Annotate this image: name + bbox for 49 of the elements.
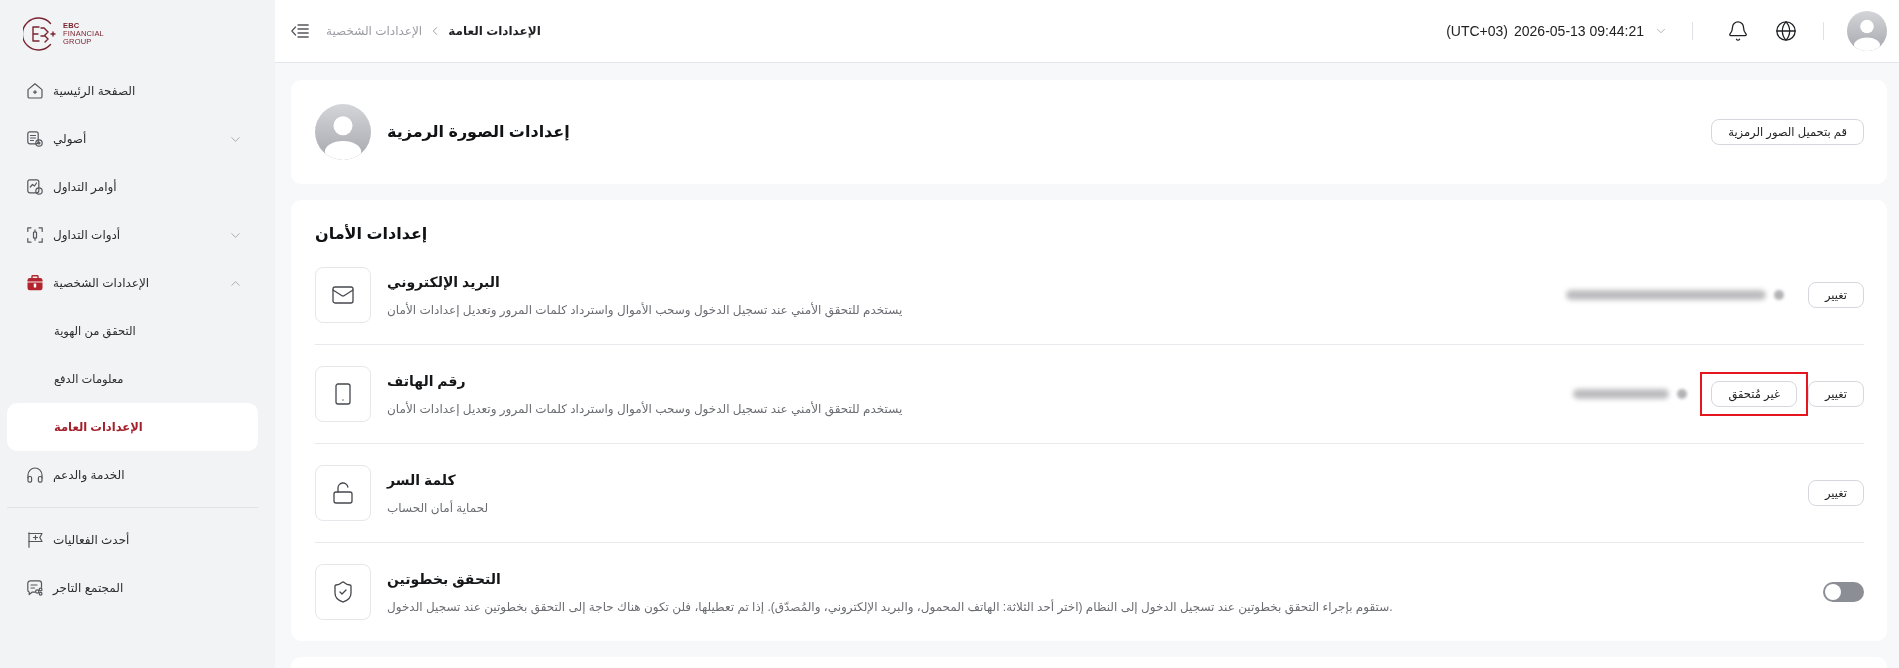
sidebar-subitem[interactable]: التحقق من الهوية — [7, 307, 258, 355]
avatar-icon — [315, 104, 371, 160]
section-title: إعدادات الصورة الرمزية — [387, 122, 570, 143]
section-title: إعدادات الأمان — [315, 223, 429, 245]
sidebar-item[interactable]: الإعدادات الشخصية — [7, 259, 258, 307]
change-button[interactable]: تغيير — [1807, 381, 1864, 407]
setting-title: التحقق بخطوتين — [387, 569, 502, 589]
globe-icon[interactable] — [1775, 20, 1797, 42]
sidebar-item[interactable]: أوامر التداول — [7, 163, 258, 211]
sidebar-item[interactable]: أصولي — [7, 115, 258, 163]
change-button[interactable]: تغيير — [1807, 480, 1864, 506]
avatar-icon[interactable] — [1847, 11, 1887, 51]
flag-icon — [27, 532, 43, 548]
sidebar-item[interactable]: أدوات التداول — [7, 211, 258, 259]
setting-description: ستقوم بإجراء التحقق بخطوتين عند تسجيل الدخول إلى النظام (اختر أحد الثلاثة: الهاتف المحمول، والبريد الإلكتروني، والمُصدّق). إذا تم تعطيلها، فلن تكون هناك حاجة إلى التحقق بخطوتين عند تسجيل الدخول. — [387, 598, 1394, 616]
house-icon — [27, 83, 43, 99]
menu-collapse-icon[interactable] — [291, 24, 309, 38]
candlestick-icon — [27, 227, 43, 243]
setting-description: يستخدم للتحقق الأمني عند تسجيل الدخول وسحب الأموال واسترداد كلمات المرور وتعديل إعدادات الأمان — [387, 400, 904, 418]
chat-bubble-icon — [27, 580, 43, 596]
setting-description: يستخدم للتحقق الأمني عند تسجيل الدخول وسحب الأموال واسترداد كلمات المرور وتعديل إعدادات الأمان — [387, 301, 904, 319]
chart-document-icon — [27, 179, 43, 195]
sidebar-item[interactable]: أحدث الفعاليات — [7, 516, 258, 564]
headphones-icon — [27, 467, 43, 483]
sidebar-subitem[interactable]: معلومات الدفع — [7, 355, 258, 403]
sidebar-item[interactable]: الخدمة والدعم — [7, 451, 258, 499]
setting-description: لحماية أمان الحساب — [387, 499, 490, 517]
briefcase-icon — [27, 275, 43, 291]
blurred-dot-icon — [1773, 290, 1784, 300]
toggle-switch[interactable] — [1823, 582, 1864, 602]
sidebar-item[interactable]: الصفحة الرئيسية — [7, 67, 258, 115]
phone-icon — [315, 366, 371, 422]
timezone-selector[interactable]: (UTC+03) 2026-05-13 09:44:21 — [1446, 23, 1668, 39]
unverified-button[interactable]: غير مُتحقق — [1711, 381, 1797, 407]
setting-title: رقم الهاتف — [387, 371, 467, 391]
bell-icon[interactable] — [1727, 20, 1749, 42]
upload-avatar-button[interactable]: قم بتحميل الصور الرمزية — [1711, 119, 1864, 145]
change-button[interactable]: تغيير — [1807, 282, 1864, 308]
setting-title: كلمة السر — [387, 470, 457, 490]
sidebar-subitem[interactable]: الإعدادات العامة — [7, 403, 258, 451]
blurred-dot-icon — [1677, 389, 1688, 399]
mail-icon — [315, 267, 371, 323]
breadcrumb-current: الإعدادات العامة — [448, 24, 541, 38]
sidebar-item[interactable]: المجتمع التاجر — [7, 564, 258, 612]
shield-check-icon — [315, 564, 371, 620]
logo-mark-icon — [23, 16, 57, 51]
card-coin-icon — [27, 131, 43, 147]
unlock-icon — [315, 465, 371, 521]
setting-title: البريد الإلكتروني — [387, 272, 501, 292]
